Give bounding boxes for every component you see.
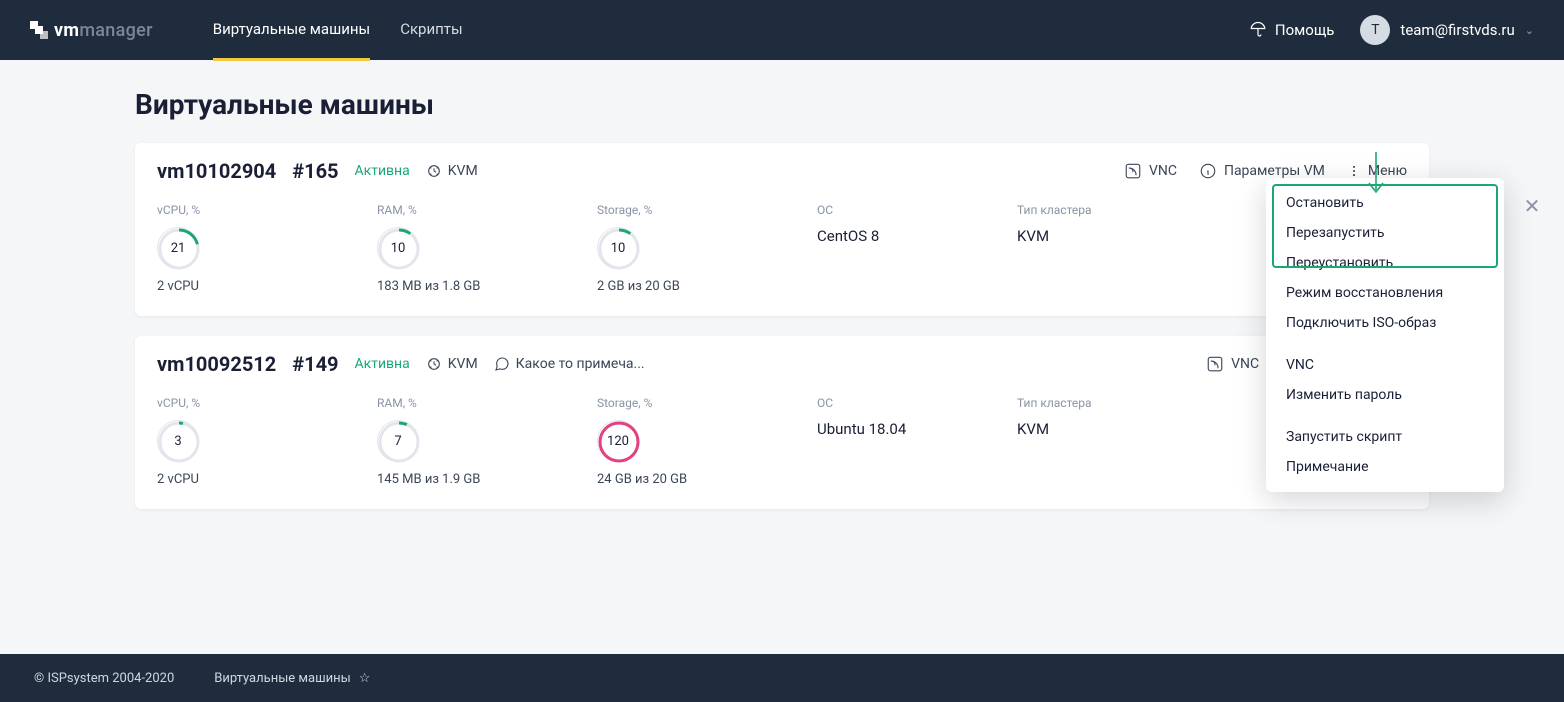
menu-item-script[interactable]: Запустить скрипт (1266, 422, 1504, 452)
menu-item-iso[interactable]: Подключить ISO-образ (1266, 308, 1504, 338)
chevron-down-icon: ⌄ (1525, 24, 1534, 37)
avatar: T (1360, 15, 1390, 45)
star-icon[interactable]: ☆ (359, 671, 371, 686)
cluster-value: KVM (1017, 227, 1217, 245)
vcpu-sub: 2 vCPU (157, 279, 377, 294)
menu-item-password[interactable]: Изменить пароль (1266, 380, 1504, 410)
nav: Виртуальные машины Скрипты (213, 0, 463, 61)
ram-label: RAM, % (377, 203, 597, 217)
footer: © ISPsystem 2004-2020 Виртуальные машины… (0, 654, 1564, 702)
vm-note[interactable]: Какое то примеча... (494, 356, 645, 372)
os-label: OC (817, 203, 1017, 217)
info-icon (1199, 162, 1217, 180)
os-value: CentOS 8 (817, 227, 1017, 245)
vm-hypervisor: KVM (426, 163, 478, 179)
cluster-label: Тип кластера (1017, 203, 1217, 217)
menu-item-note[interactable]: Примечание (1266, 452, 1504, 482)
menu-item-reinstall[interactable]: Переустановить (1266, 248, 1504, 278)
comment-icon (494, 356, 510, 372)
help-label: Помощь (1275, 21, 1335, 39)
umbrella-icon (1249, 21, 1267, 39)
context-menu: ✕ Остановить Перезапустить Переустановит… (1266, 178, 1504, 492)
storage-gauge: 120 (597, 420, 639, 462)
vcpu-label: vCPU, % (157, 203, 377, 217)
vm-name[interactable]: vm10092512 (157, 352, 276, 376)
footer-crumb[interactable]: Виртуальные машины (214, 671, 350, 686)
storage-gauge: 10 (597, 227, 639, 269)
footer-copyright: © ISPsystem 2004-2020 (34, 671, 174, 686)
ram-gauge: 10 (377, 227, 419, 269)
menu-item-restart[interactable]: Перезапустить (1266, 218, 1504, 248)
nav-scripts[interactable]: Скрипты (400, 0, 462, 61)
vm-card: vm10092512 #149 Активна KVM Какое то при… (135, 336, 1429, 509)
vm-status: Активна (355, 356, 410, 372)
vnc-icon (1206, 355, 1224, 373)
user-email: team@firstvds.ru (1400, 21, 1514, 39)
storage-sub: 2 GB из 20 GB (597, 279, 817, 294)
vm-id: #149 (292, 352, 338, 376)
user-menu[interactable]: T team@firstvds.ru ⌄ (1360, 15, 1534, 45)
vm-card: vm10102904 #165 Активна KVM VNC Параметр… (135, 143, 1429, 316)
storage-label: Storage, % (597, 203, 817, 217)
vm-hypervisor: KVM (426, 356, 478, 372)
vm-status: Активна (355, 163, 410, 179)
vcpu-gauge: 3 (157, 420, 199, 462)
menu-item-rescue[interactable]: Режим восстановления (1266, 278, 1504, 308)
vnc-button[interactable]: VNC (1206, 355, 1259, 373)
close-icon[interactable]: ✕ (1518, 192, 1546, 220)
header: vmmanager Виртуальные машины Скрипты Пом… (0, 0, 1564, 60)
vm-name[interactable]: vm10102904 (157, 159, 276, 183)
vnc-button[interactable]: VNC (1124, 162, 1177, 180)
page-title: Виртуальные машины (135, 88, 1429, 121)
vcpu-gauge: 21 (157, 227, 199, 269)
menu-item-vnc[interactable]: VNC (1266, 350, 1504, 380)
vnc-icon (1124, 162, 1142, 180)
ram-gauge: 7 (377, 420, 419, 462)
annotation-arrow (1364, 150, 1388, 200)
kvm-icon (426, 163, 442, 179)
ram-sub: 183 MB из 1.8 GB (377, 279, 597, 294)
logo[interactable]: vmmanager (30, 20, 153, 41)
logo-text: vmmanager (54, 20, 153, 41)
logo-icon (30, 21, 48, 39)
nav-virtual-machines[interactable]: Виртуальные машины (213, 0, 370, 61)
kvm-icon (426, 356, 442, 372)
help-link[interactable]: Помощь (1249, 21, 1335, 39)
vm-id: #165 (292, 159, 338, 183)
